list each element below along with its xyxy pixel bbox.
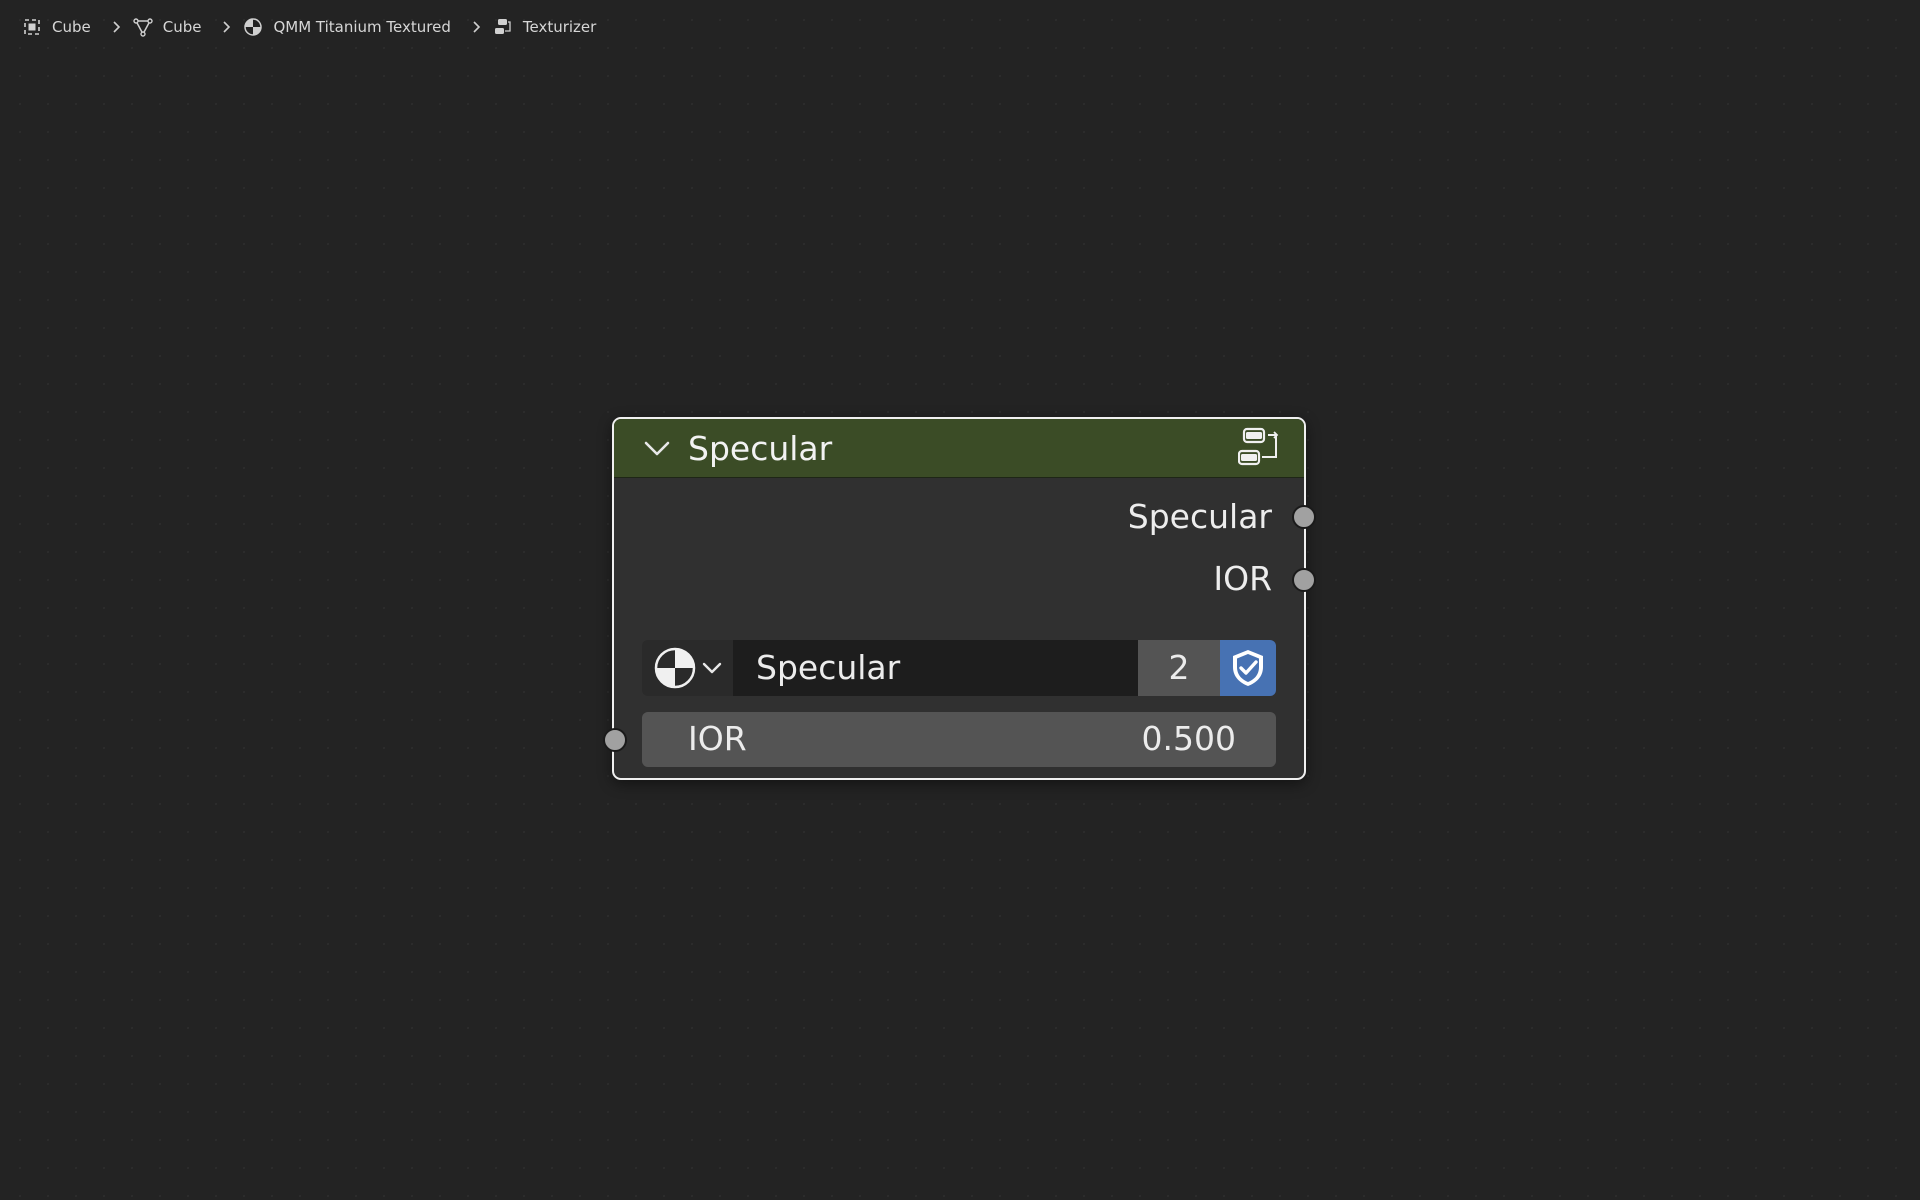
chevron-right-icon xyxy=(467,17,487,37)
breadcrumb-label: Cube xyxy=(52,18,91,36)
breadcrumb-item-mesh: Cube xyxy=(133,17,202,37)
browse-node-group-button[interactable] xyxy=(642,640,734,696)
input-socket-ior[interactable] xyxy=(603,728,627,752)
chevron-right-icon xyxy=(217,17,237,37)
node-group-datablock-selector: Specular 2 xyxy=(642,640,1276,696)
breadcrumb-label: Texturizer xyxy=(522,18,597,36)
material-icon xyxy=(654,647,695,689)
breadcrumb-label: Cube xyxy=(162,18,202,36)
ior-value-field[interactable]: IOR 0.500 xyxy=(642,712,1276,767)
output-socket-ior[interactable] xyxy=(1292,568,1316,592)
node-header[interactable]: Specular xyxy=(614,419,1304,478)
ior-field-value: 0.500 xyxy=(1141,719,1236,758)
node-title: Specular xyxy=(688,429,833,468)
node-tree-icon xyxy=(493,17,513,37)
object-icon xyxy=(22,17,42,37)
material-icon xyxy=(243,17,263,37)
breadcrumb-item-object: Cube xyxy=(22,17,91,37)
mesh-data-icon xyxy=(133,17,153,37)
fake-user-toggle[interactable] xyxy=(1220,640,1276,696)
chevron-down-icon xyxy=(702,662,721,674)
chevron-down-icon[interactable] xyxy=(642,436,672,462)
group-node-specular[interactable]: Specular Specular IOR Specular 2 IOR 0.5… xyxy=(603,417,1316,780)
shield-check-icon xyxy=(1233,650,1263,686)
node-group-name-field[interactable]: Specular xyxy=(734,640,1138,696)
breadcrumb-label: QMM Titanium Textured xyxy=(273,18,451,36)
output-socket-specular[interactable] xyxy=(1292,505,1316,529)
users-count-button[interactable]: 2 xyxy=(1138,640,1220,696)
ior-field-label: IOR xyxy=(688,719,747,758)
output-label-ior: IOR xyxy=(1213,559,1272,598)
node-group-icon[interactable] xyxy=(1237,427,1284,471)
output-label-specular: Specular xyxy=(1127,497,1272,536)
breadcrumb-item-node-tree: Texturizer xyxy=(493,17,596,37)
breadcrumb: Cube Cube QMM Titanium Textured Texturiz… xyxy=(22,15,596,39)
chevron-right-icon xyxy=(107,17,127,37)
breadcrumb-item-material: QMM Titanium Textured xyxy=(243,17,451,37)
node-editor-canvas[interactable]: Cube Cube QMM Titanium Textured Texturiz… xyxy=(0,0,1920,1200)
